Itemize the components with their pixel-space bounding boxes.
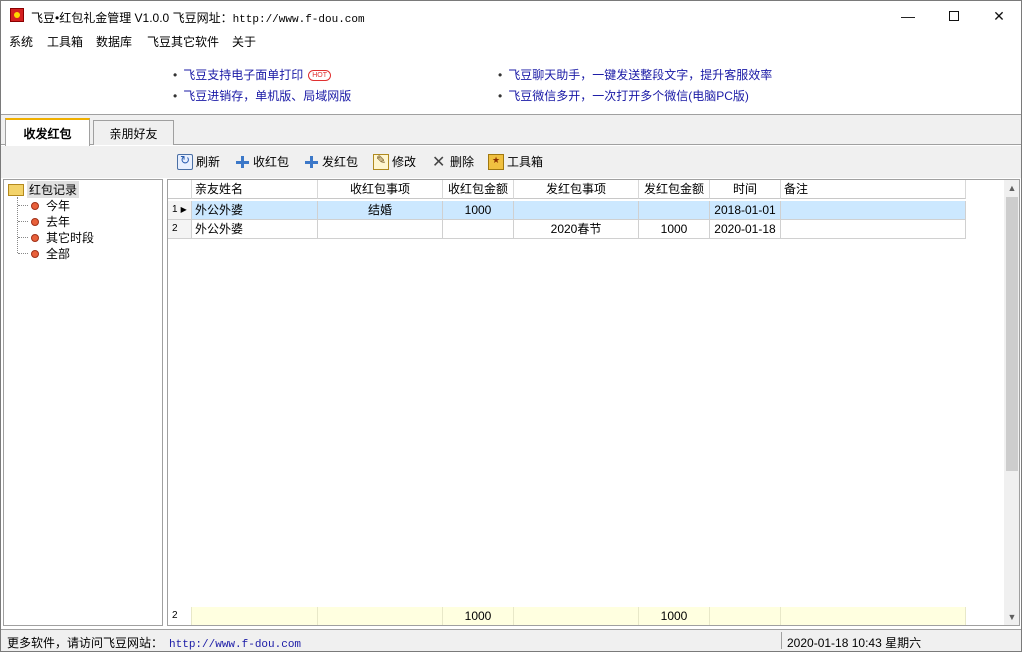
ad-link-waybill[interactable]: • 飞豆支持电子面单打印 HOT xyxy=(173,66,331,83)
bullet-icon xyxy=(31,249,39,258)
cell-recv-amount[interactable]: 1000 xyxy=(443,201,514,220)
vertical-scrollbar[interactable]: ▲ ▼ xyxy=(1004,180,1019,625)
cell-send-item[interactable] xyxy=(514,201,639,220)
bullet-icon xyxy=(31,201,39,210)
tab-friends-family[interactable]: 亲朋好友 xyxy=(93,120,174,145)
app-logo-icon xyxy=(10,8,24,22)
status-website: 更多软件，请访问飞豆网站： http://www.f-dou.com xyxy=(7,636,302,651)
receive-envelope-button[interactable]: 收红包 xyxy=(234,153,289,170)
plus-icon xyxy=(234,154,250,170)
send-envelope-button[interactable]: 发红包 xyxy=(303,153,358,170)
ad-banner: • 飞豆支持电子面单打印 HOT • 飞豆进销存，单机版、局域网版 • 飞豆聊天助手，一… xyxy=(1,51,1021,115)
cell-note[interactable] xyxy=(781,220,966,239)
toolbox-icon xyxy=(488,153,504,170)
delete-icon xyxy=(431,152,447,172)
grid-header: 亲友姓名 收红包事项 收红包金额 发红包事项 发红包金额 时间 备注 xyxy=(168,180,966,199)
folder-icon xyxy=(8,183,24,196)
delete-button[interactable]: 删除 xyxy=(431,152,474,172)
summary-count: 2 xyxy=(168,607,192,625)
column-header-recv-item[interactable]: 收红包事项 xyxy=(318,180,443,199)
menu-other-software[interactable]: 飞豆其它软件 xyxy=(147,33,219,50)
bullet-icon xyxy=(31,217,39,226)
close-button[interactable]: ✕ xyxy=(976,1,1022,31)
status-divider xyxy=(781,632,782,649)
cell-name[interactable]: 外公外婆 xyxy=(192,220,318,239)
cell-note[interactable] xyxy=(781,201,966,220)
edit-icon xyxy=(373,153,389,170)
cell-send-amount[interactable] xyxy=(639,201,710,220)
cell-send-amount[interactable]: 1000 xyxy=(639,220,710,239)
status-datetime: 2020-01-18 10:43 星期六 xyxy=(787,636,922,650)
refresh-button[interactable]: 刷新 xyxy=(177,153,220,170)
toolbar: 刷新 收红包 发红包 修改 删除 工具箱 xyxy=(1,146,1021,178)
ad-link-wechat-multi[interactable]: • 飞豆微信多开，一次打开多个微信(电脑PC版) xyxy=(498,87,749,104)
column-header-send-amount[interactable]: 发红包金额 xyxy=(639,180,710,199)
app-window: 飞豆•红包礼金管理 V1.0.0 飞豆网址：http://www.f-dou.c… xyxy=(0,0,1022,652)
tree-item-other-period[interactable]: 其它时段 xyxy=(28,229,94,246)
cell-send-item[interactable]: 2020春节 xyxy=(514,220,639,239)
cell-date[interactable]: 2020-01-18 xyxy=(710,220,781,239)
maximize-button[interactable] xyxy=(931,1,977,31)
window-title: 飞豆•红包礼金管理 V1.0.0 飞豆网址：http://www.f-dou.c… xyxy=(31,9,365,26)
menu-database[interactable]: 数据库 xyxy=(96,33,132,50)
row-pointer-icon: ▶ xyxy=(180,205,187,214)
records-grid: 亲友姓名 收红包事项 收红包金额 发红包事项 发红包金额 时间 备注 1 ▶ 外公… xyxy=(167,179,1020,626)
cell-recv-item[interactable] xyxy=(318,220,443,239)
ad-link-chat-assistant[interactable]: • 飞豆聊天助手，一键发送整段文字，提升客服效率 xyxy=(498,66,772,83)
column-header-note[interactable]: 备注 xyxy=(781,180,966,199)
tree-root-records[interactable]: 红包记录 xyxy=(8,181,80,198)
grid-summary-row: 2 1000 1000 xyxy=(168,607,966,625)
maximize-icon xyxy=(949,11,959,21)
close-icon: ✕ xyxy=(993,7,1005,24)
menu-toolbox[interactable]: 工具箱 xyxy=(47,33,83,50)
toolbox-button[interactable]: 工具箱 xyxy=(488,153,543,170)
records-tree: 红包记录 今年 去年 其它时段 全部 xyxy=(3,179,163,626)
column-header-name[interactable]: 亲友姓名 xyxy=(192,180,318,199)
minimize-icon: — xyxy=(901,8,915,24)
status-url-link[interactable]: http://www.f-dou.com xyxy=(169,639,301,651)
column-header-send-item[interactable]: 发红包事项 xyxy=(514,180,639,199)
scrollbar-thumb[interactable] xyxy=(1006,197,1018,471)
row-indicator: 2 xyxy=(168,220,192,239)
summary-send-total: 1000 xyxy=(639,607,710,625)
scroll-up-icon[interactable]: ▲ xyxy=(1004,180,1019,196)
column-header-recv-amount[interactable]: 收红包金额 xyxy=(443,180,514,199)
table-row[interactable]: 2 外公外婆 2020春节 1000 2020-01-18 xyxy=(168,220,966,239)
table-row[interactable]: 1 ▶ 外公外婆 结婚 1000 2018-01-01 xyxy=(168,201,966,220)
menu-system[interactable]: 系统 xyxy=(9,33,33,50)
tree-item-all[interactable]: 全部 xyxy=(28,245,70,262)
row-indicator: 1 ▶ xyxy=(168,201,192,220)
tree-item-last-year[interactable]: 去年 xyxy=(28,213,70,230)
ad-link-inventory[interactable]: • 飞豆进销存，单机版、局域网版 xyxy=(173,87,351,104)
menu-about[interactable]: 关于 xyxy=(232,33,256,50)
window-title-text: 飞豆•红包礼金管理 V1.0.0 飞豆网址： xyxy=(31,11,233,25)
cell-date[interactable]: 2018-01-01 xyxy=(710,201,781,220)
window-title-url: http://www.f-dou.com xyxy=(232,14,365,26)
edit-button[interactable]: 修改 xyxy=(373,153,416,170)
summary-recv-total: 1000 xyxy=(443,607,514,625)
cell-name[interactable]: 外公外婆 xyxy=(192,201,318,220)
cell-recv-amount[interactable] xyxy=(443,220,514,239)
hot-badge: HOT xyxy=(308,70,331,81)
tab-strip: 收发红包 亲朋好友 xyxy=(1,115,1021,146)
minimize-button[interactable]: — xyxy=(885,1,931,31)
bullet-icon xyxy=(31,233,39,242)
title-bar: 飞豆•红包礼金管理 V1.0.0 飞豆网址：http://www.f-dou.c… xyxy=(1,1,1021,31)
tab-red-envelopes[interactable]: 收发红包 xyxy=(5,118,90,146)
status-bar: 更多软件，请访问飞豆网站： http://www.f-dou.com 2020-0… xyxy=(1,629,1021,651)
plus-icon xyxy=(303,154,319,170)
column-header-date[interactable]: 时间 xyxy=(710,180,781,199)
scroll-down-icon[interactable]: ▼ xyxy=(1004,609,1019,625)
refresh-icon xyxy=(177,153,193,170)
tree-item-this-year[interactable]: 今年 xyxy=(28,197,70,214)
menu-bar: 系统 工具箱 数据库 飞豆其它软件 关于 xyxy=(1,31,1021,51)
cell-recv-item[interactable]: 结婚 xyxy=(318,201,443,220)
